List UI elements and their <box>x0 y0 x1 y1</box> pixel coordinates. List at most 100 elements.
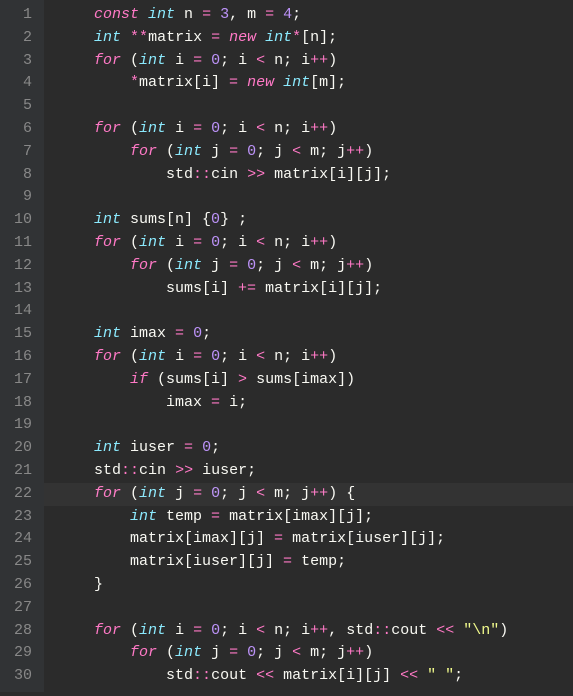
token-op: << <box>256 667 274 684</box>
token-kw: for <box>94 622 121 639</box>
token-num: 0 <box>211 52 220 69</box>
token-type: int <box>265 29 292 46</box>
code-line[interactable]: int imax = 0; <box>58 323 573 346</box>
token-id: ; j <box>256 143 292 160</box>
token-op: << <box>436 622 454 639</box>
token-id: ; i <box>220 622 256 639</box>
code-line[interactable]: matrix[imax][j] = matrix[iuser][j]; <box>58 528 573 551</box>
code-line[interactable]: for (int j = 0; j < m; j++) <box>58 141 573 164</box>
token-pn: ; <box>211 439 220 456</box>
token-id: n <box>175 6 202 23</box>
token-type: int <box>175 143 202 160</box>
code-line[interactable]: } <box>58 574 573 597</box>
token-op: >> <box>175 462 193 479</box>
token-id: matrix[i][j]; <box>256 280 382 297</box>
token-id <box>418 667 427 684</box>
token-op: < <box>256 234 265 251</box>
token-id: , m <box>229 6 265 23</box>
token-op: ++ <box>310 348 328 365</box>
token-kw: new <box>247 74 283 91</box>
token-kw: for <box>94 348 121 365</box>
token-op: = <box>193 120 202 137</box>
token-num: 4 <box>283 6 292 23</box>
line-number: 15 <box>4 323 32 346</box>
token-type: int <box>94 439 121 456</box>
token-num: 0 <box>211 234 220 251</box>
token-id <box>202 622 211 639</box>
code-line[interactable]: std::cin >> iuser; <box>58 460 573 483</box>
token-num: 0 <box>247 257 256 274</box>
code-line[interactable]: int temp = matrix[imax][j]; <box>58 506 573 529</box>
token-id: matrix[i][j] <box>274 667 400 684</box>
code-line[interactable]: *matrix[i] = new int[m]; <box>58 72 573 95</box>
code-line[interactable]: for (int j = 0; j < m; j++) <box>58 642 573 665</box>
token-type: int <box>94 211 121 228</box>
line-number: 25 <box>4 551 32 574</box>
token-op: = <box>229 143 238 160</box>
token-id: matrix[iuser][j] <box>130 553 283 570</box>
token-pn: ) <box>328 52 337 69</box>
line-number: 5 <box>4 95 32 118</box>
token-id: ; j <box>256 257 292 274</box>
code-line[interactable]: matrix[iuser][j] = temp; <box>58 551 573 574</box>
token-op: = <box>193 348 202 365</box>
code-line[interactable]: int iuser = 0; <box>58 437 573 460</box>
code-line[interactable]: const int n = 3, m = 4; <box>58 4 573 27</box>
code-line[interactable] <box>58 414 573 437</box>
line-number: 12 <box>4 255 32 278</box>
token-id: j <box>202 143 229 160</box>
token-id: i <box>166 234 193 251</box>
token-op: = <box>229 257 238 274</box>
code-line[interactable] <box>58 95 573 118</box>
token-num: 0 <box>247 644 256 661</box>
code-line[interactable]: imax = i; <box>58 392 573 415</box>
code-line[interactable] <box>58 300 573 323</box>
token-op: > <box>238 371 247 388</box>
token-type: int <box>139 52 166 69</box>
token-type: int <box>148 6 175 23</box>
code-line[interactable] <box>58 186 573 209</box>
code-editor[interactable]: 1234567891011121314151617181920212223242… <box>0 0 573 692</box>
code-line[interactable]: int **matrix = new int*[n]; <box>58 27 573 50</box>
line-number: 6 <box>4 118 32 141</box>
code-line[interactable] <box>58 597 573 620</box>
code-line[interactable]: for (int i = 0; i < n; i++) <box>58 346 573 369</box>
code-line[interactable]: for (int i = 0; i < n; i++) <box>58 50 573 73</box>
token-id: m; j <box>301 644 346 661</box>
token-id <box>274 6 283 23</box>
token-fn: cout <box>391 622 436 639</box>
code-line[interactable]: for (int j = 0; j < m; j++) { <box>58 483 573 506</box>
line-number: 22 <box>4 483 32 506</box>
line-number: 29 <box>4 642 32 665</box>
token-fn: cin <box>139 462 175 479</box>
token-type: int <box>139 234 166 251</box>
code-line[interactable]: for (int i = 0; i < n; i++) <box>58 118 573 141</box>
code-line[interactable]: if (sums[i] > sums[imax]) <box>58 369 573 392</box>
code-line[interactable]: std::cout << matrix[i][j] << " "; <box>58 665 573 688</box>
token-pn: ( <box>157 257 175 274</box>
line-number: 28 <box>4 620 32 643</box>
token-pn: ) <box>364 257 373 274</box>
token-pn: ) <box>328 234 337 251</box>
token-op: = <box>283 553 292 570</box>
code-area[interactable]: const int n = 3, m = 4; int **matrix = n… <box>44 0 573 692</box>
token-id: j <box>202 644 229 661</box>
code-line[interactable]: int sums[n] {0} ; <box>58 209 573 232</box>
code-line[interactable]: for (int i = 0; i < n; i++) <box>58 232 573 255</box>
token-id <box>211 6 220 23</box>
token-kw: new <box>229 29 265 46</box>
token-kw: for <box>94 234 121 251</box>
token-kw: if <box>130 371 148 388</box>
line-number: 20 <box>4 437 32 460</box>
token-op: ++ <box>310 52 328 69</box>
code-line[interactable]: sums[i] += matrix[i][j]; <box>58 278 573 301</box>
token-op: < <box>256 120 265 137</box>
code-line[interactable]: for (int j = 0; j < m; j++) <box>58 255 573 278</box>
line-number: 30 <box>4 665 32 688</box>
token-id: n; i <box>265 348 310 365</box>
code-line[interactable]: std::cin >> matrix[i][j]; <box>58 164 573 187</box>
code-line[interactable]: for (int i = 0; i < n; i++, std::cout <<… <box>58 620 573 643</box>
token-num: 0 <box>211 485 220 502</box>
token-id: n; i <box>265 622 310 639</box>
token-op: ++ <box>346 644 364 661</box>
